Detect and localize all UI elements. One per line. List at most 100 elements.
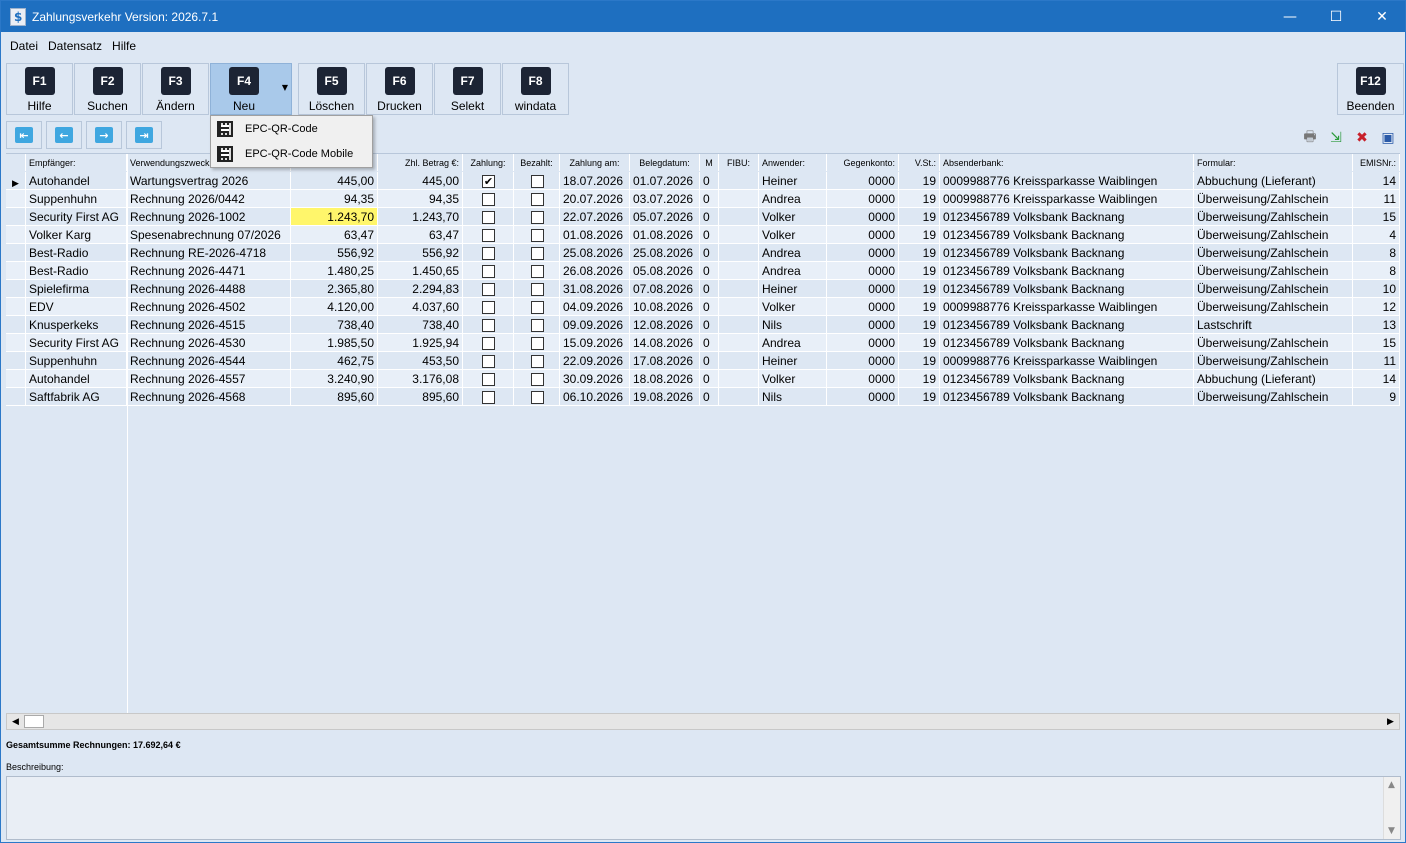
bezahlt-checkbox[interactable]: [531, 211, 544, 224]
cell-m[interactable]: 0: [700, 280, 719, 298]
cell-fibu[interactable]: [719, 226, 759, 244]
cell-bank[interactable]: 0123456789 Volksbank Backnang: [940, 334, 1194, 352]
cell-bank[interactable]: 0123456789 Volksbank Backnang: [940, 262, 1194, 280]
f7-select-button[interactable]: F7 Selekt: [434, 63, 501, 115]
cell-emis[interactable]: 9: [1353, 388, 1400, 406]
menu-datei[interactable]: Datei: [10, 39, 38, 53]
cell-emp[interactable]: Autohandel: [26, 172, 127, 190]
cell-bezahlt[interactable]: [514, 226, 560, 244]
cell-bezahlt[interactable]: [514, 208, 560, 226]
table-row[interactable]: ▶ Autohandel Wartungsvertrag 2026 445,00 445…: [6, 172, 1400, 190]
zahlung-checkbox[interactable]: [482, 337, 495, 350]
cell-zam[interactable]: 22.09.2026: [560, 352, 630, 370]
cell-betrag[interactable]: 4.120,00: [291, 298, 378, 316]
cell-zam[interactable]: 15.09.2026: [560, 334, 630, 352]
row-indicator[interactable]: [6, 388, 26, 406]
cell-zweck[interactable]: Rechnung 2026-4502: [127, 298, 291, 316]
cell-zam[interactable]: 20.07.2026: [560, 190, 630, 208]
cell-emis[interactable]: 12: [1353, 298, 1400, 316]
scroll-left-icon[interactable]: ◀: [7, 714, 24, 729]
cell-gk[interactable]: 0000: [827, 388, 899, 406]
cell-m[interactable]: 0: [700, 334, 719, 352]
cell-anw[interactable]: Volker: [759, 226, 827, 244]
cell-vst[interactable]: 19: [899, 172, 940, 190]
cell-vst[interactable]: 19: [899, 334, 940, 352]
cell-anw[interactable]: Andrea: [759, 244, 827, 262]
cell-zam[interactable]: 06.10.2026: [560, 388, 630, 406]
cell-zbetrag[interactable]: 895,60: [378, 388, 463, 406]
row-indicator[interactable]: [6, 334, 26, 352]
cell-emp[interactable]: Best-Radio: [26, 262, 127, 280]
cell-zam[interactable]: 01.08.2026: [560, 226, 630, 244]
column-header[interactable]: Zahlung:: [463, 154, 514, 171]
column-header[interactable]: Empfänger:: [26, 154, 127, 171]
cell-emp[interactable]: Volker Karg: [26, 226, 127, 244]
cell-zahlung[interactable]: [463, 334, 514, 352]
cell-emis[interactable]: 4: [1353, 226, 1400, 244]
cell-anw[interactable]: Andrea: [759, 190, 827, 208]
cell-zam[interactable]: 18.07.2026: [560, 172, 630, 190]
cell-emp[interactable]: Security First AG: [26, 208, 127, 226]
cell-emp[interactable]: Knusperkeks: [26, 316, 127, 334]
cell-zbetrag[interactable]: 445,00: [378, 172, 463, 190]
menu-item-epc-qr-code-mobile[interactable]: EPC-QR-Code Mobile: [211, 142, 372, 166]
cell-anw[interactable]: Heiner: [759, 172, 827, 190]
zahlung-checkbox[interactable]: [482, 283, 495, 296]
cell-gk[interactable]: 0000: [827, 208, 899, 226]
column-header[interactable]: M: [700, 154, 719, 171]
cell-fibu[interactable]: [719, 190, 759, 208]
cell-zweck[interactable]: Rechnung 2026-4544: [127, 352, 291, 370]
f12-exit-button[interactable]: F12 Beenden: [1337, 63, 1404, 115]
bezahlt-checkbox[interactable]: [531, 193, 544, 206]
cell-emp[interactable]: Best-Radio: [26, 244, 127, 262]
cell-zweck[interactable]: Rechnung 2026-1002: [127, 208, 291, 226]
cell-zweck[interactable]: Spesenabrechnung 07/2026: [127, 226, 291, 244]
cell-zahlung[interactable]: [463, 280, 514, 298]
cell-form[interactable]: Überweisung/Zahlschein: [1194, 208, 1353, 226]
cell-beleg[interactable]: 18.08.2026: [630, 370, 700, 388]
cell-bank[interactable]: 0123456789 Volksbank Backnang: [940, 226, 1194, 244]
cell-bank[interactable]: 0009988776 Kreissparkasse Waiblingen: [940, 298, 1194, 316]
row-indicator[interactable]: [6, 190, 26, 208]
cell-emis[interactable]: 11: [1353, 352, 1400, 370]
cell-gk[interactable]: 0000: [827, 352, 899, 370]
f3-edit-button[interactable]: F3 Ändern: [142, 63, 209, 115]
cell-bank[interactable]: 0123456789 Volksbank Backnang: [940, 208, 1194, 226]
cell-m[interactable]: 0: [700, 370, 719, 388]
cell-fibu[interactable]: [719, 208, 759, 226]
zahlung-checkbox[interactable]: [482, 301, 495, 314]
cell-emis[interactable]: 14: [1353, 172, 1400, 190]
column-header[interactable]: Bezahlt:: [514, 154, 560, 171]
table-row[interactable]: Best-Radio Rechnung RE-2026-4718 556,92 556…: [6, 244, 1400, 262]
zahlung-checkbox[interactable]: [482, 247, 495, 260]
cell-vst[interactable]: 19: [899, 352, 940, 370]
scroll-right-icon[interactable]: ▶: [1382, 714, 1399, 729]
cell-zweck[interactable]: Rechnung 2026/0442: [127, 190, 291, 208]
cell-zahlung[interactable]: [463, 388, 514, 406]
last-record-button[interactable]: ⇥: [126, 121, 162, 149]
cell-bezahlt[interactable]: [514, 334, 560, 352]
cell-zbetrag[interactable]: 556,92: [378, 244, 463, 262]
f4-new-button[interactable]: F4 Neu ▼: [210, 63, 292, 115]
cell-emis[interactable]: 15: [1353, 334, 1400, 352]
table-row[interactable]: Spielefirma Rechnung 2026-4488 2.365,80 2.2…: [6, 280, 1400, 298]
cell-m[interactable]: 0: [700, 190, 719, 208]
cell-bezahlt[interactable]: [514, 262, 560, 280]
zahlung-checkbox[interactable]: [482, 211, 495, 224]
table-row[interactable]: Best-Radio Rechnung 2026-4471 1.480,25 1.45…: [6, 262, 1400, 280]
cell-zahlung[interactable]: [463, 244, 514, 262]
description-field[interactable]: ▲ ▼: [6, 776, 1401, 840]
cell-anw[interactable]: Andrea: [759, 262, 827, 280]
column-header[interactable]: Anwender:: [759, 154, 827, 171]
cell-m[interactable]: 0: [700, 352, 719, 370]
cell-emis[interactable]: 8: [1353, 244, 1400, 262]
description-scrollbar[interactable]: ▲ ▼: [1383, 777, 1400, 839]
cell-vst[interactable]: 19: [899, 208, 940, 226]
scroll-down-icon[interactable]: ▼: [1388, 826, 1395, 836]
cell-zweck[interactable]: Rechnung 2026-4515: [127, 316, 291, 334]
cell-zahlung[interactable]: ✔: [463, 172, 514, 190]
cell-fibu[interactable]: [719, 370, 759, 388]
cell-emp[interactable]: Autohandel: [26, 370, 127, 388]
f2-search-button[interactable]: F2 Suchen: [74, 63, 141, 115]
cell-bezahlt[interactable]: [514, 190, 560, 208]
